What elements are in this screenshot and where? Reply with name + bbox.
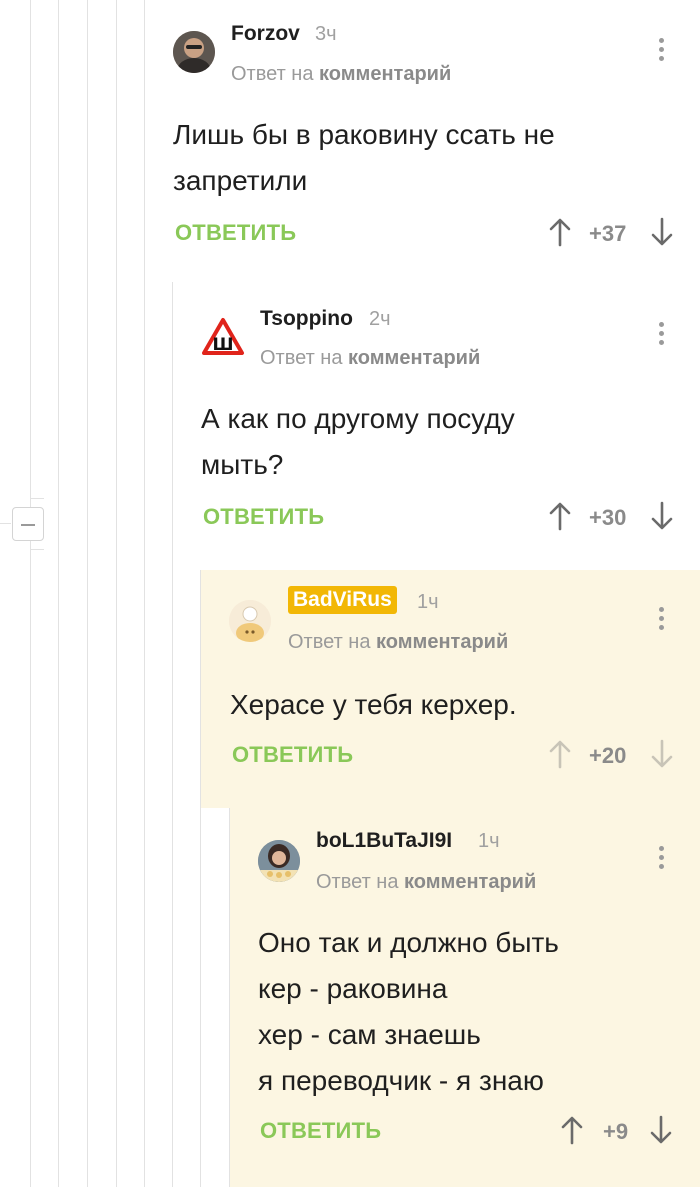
- comment-time: 2ч: [369, 308, 391, 330]
- arrow-up-icon[interactable]: [548, 217, 572, 247]
- thread-line: [87, 0, 88, 1187]
- reply-to-label: Ответ на комментарий: [231, 63, 451, 86]
- comment-text-line: я переводчик - я знаю: [258, 1065, 544, 1096]
- reply-to-prefix: Ответ на: [316, 871, 399, 893]
- comment-text-line: Херасе у тебя керхер.: [230, 689, 517, 720]
- comment-text: Оно так и должно быть кер - раковина хер…: [258, 920, 678, 1104]
- comment-text-line: кер - раковина: [258, 973, 448, 1004]
- comment: Ш Tsoppino 2ч Ответ на комментарий А как…: [173, 282, 700, 570]
- thread-line: [116, 0, 117, 1187]
- more-vertical-icon[interactable]: [658, 38, 666, 66]
- thread-line: [58, 0, 59, 1187]
- more-vertical-icon[interactable]: [658, 846, 666, 874]
- comment-text: Лишь бы в раковину ссать не запретили: [173, 112, 673, 204]
- thread-line: [30, 0, 31, 1187]
- reply-button[interactable]: ОТВЕТИТЬ: [232, 742, 353, 768]
- comment: boL1BuTaJI9I 1ч Ответ на комментарий Оно…: [230, 808, 700, 1187]
- vote-score: +20: [589, 743, 627, 768]
- comment-author[interactable]: BadViRus: [288, 586, 397, 614]
- vote-score: +30: [589, 505, 627, 530]
- arrow-up-icon[interactable]: [548, 739, 572, 769]
- avatar[interactable]: [229, 600, 271, 642]
- reply-button[interactable]: ОТВЕТИТЬ: [260, 1118, 381, 1144]
- comment-text-line: запретили: [173, 165, 308, 196]
- more-vertical-icon[interactable]: [658, 607, 666, 635]
- svg-text:Ш: Ш: [212, 335, 233, 355]
- vote-score: +9: [603, 1119, 629, 1144]
- arrow-down-icon[interactable]: [650, 501, 674, 531]
- reply-to-link[interactable]: комментарий: [376, 631, 508, 653]
- thread-branch: [0, 523, 11, 524]
- reply-to-link[interactable]: комментарий: [404, 871, 536, 893]
- arrow-down-icon[interactable]: [650, 739, 674, 769]
- reply-to-prefix: Ответ на: [288, 631, 371, 653]
- comment-time: 3ч: [315, 23, 337, 45]
- reply-to-link[interactable]: комментарий: [319, 63, 451, 85]
- thread-branch: [30, 549, 44, 550]
- comment-text-line: Лишь бы в раковину ссать не: [173, 119, 555, 150]
- avatar-warning-sign-icon: Ш: [202, 318, 244, 355]
- user-avatar-image: [173, 31, 215, 73]
- arrow-up-icon[interactable]: [560, 1115, 584, 1145]
- reply-to-prefix: Ответ на: [260, 347, 343, 369]
- comment-time: 1ч: [417, 591, 439, 613]
- user-avatar-image: [229, 600, 271, 642]
- vote-score: +37: [589, 221, 627, 246]
- more-vertical-icon[interactable]: [658, 322, 666, 350]
- comment: Forzov 3ч Ответ на комментарий Лишь бы в…: [145, 0, 700, 282]
- comment-text: А как по другому посуду мыть?: [201, 396, 681, 488]
- comment-text-line: мыть?: [201, 449, 284, 480]
- reply-to-label: Ответ на комментарий: [316, 871, 536, 894]
- user-avatar-image: [258, 840, 300, 882]
- comment-author[interactable]: boL1BuTaJI9I: [316, 829, 452, 853]
- avatar[interactable]: [173, 31, 215, 73]
- minus-icon: [21, 524, 35, 526]
- avatar[interactable]: Ш: [201, 317, 244, 359]
- avatar[interactable]: [258, 840, 300, 882]
- comment: BadViRus 1ч Ответ на комментарий Херасе …: [201, 570, 700, 808]
- collapse-thread-button[interactable]: [12, 507, 44, 541]
- comment-author[interactable]: Forzov: [231, 22, 300, 46]
- reply-button[interactable]: ОТВЕТИТЬ: [203, 504, 324, 530]
- arrow-down-icon[interactable]: [650, 217, 674, 247]
- comment-text: Херасе у тебя керхер.: [230, 682, 680, 728]
- comment-text-line: Оно так и должно быть: [258, 927, 559, 958]
- reply-to-label: Ответ на комментарий: [288, 631, 508, 654]
- comment-time: 1ч: [478, 830, 500, 852]
- comment-author[interactable]: Tsoppino: [260, 307, 353, 331]
- reply-to-prefix: Ответ на: [231, 63, 314, 85]
- arrow-down-icon[interactable]: [649, 1115, 673, 1145]
- reply-button[interactable]: ОТВЕТИТЬ: [175, 220, 296, 246]
- comment-text-line: хер - сам знаешь: [258, 1019, 481, 1050]
- arrow-up-icon[interactable]: [548, 501, 572, 531]
- reply-to-link[interactable]: комментарий: [348, 347, 480, 369]
- comment-text-line: А как по другому посуду: [201, 403, 515, 434]
- reply-to-label: Ответ на комментарий: [260, 347, 480, 370]
- thread-branch: [30, 498, 44, 499]
